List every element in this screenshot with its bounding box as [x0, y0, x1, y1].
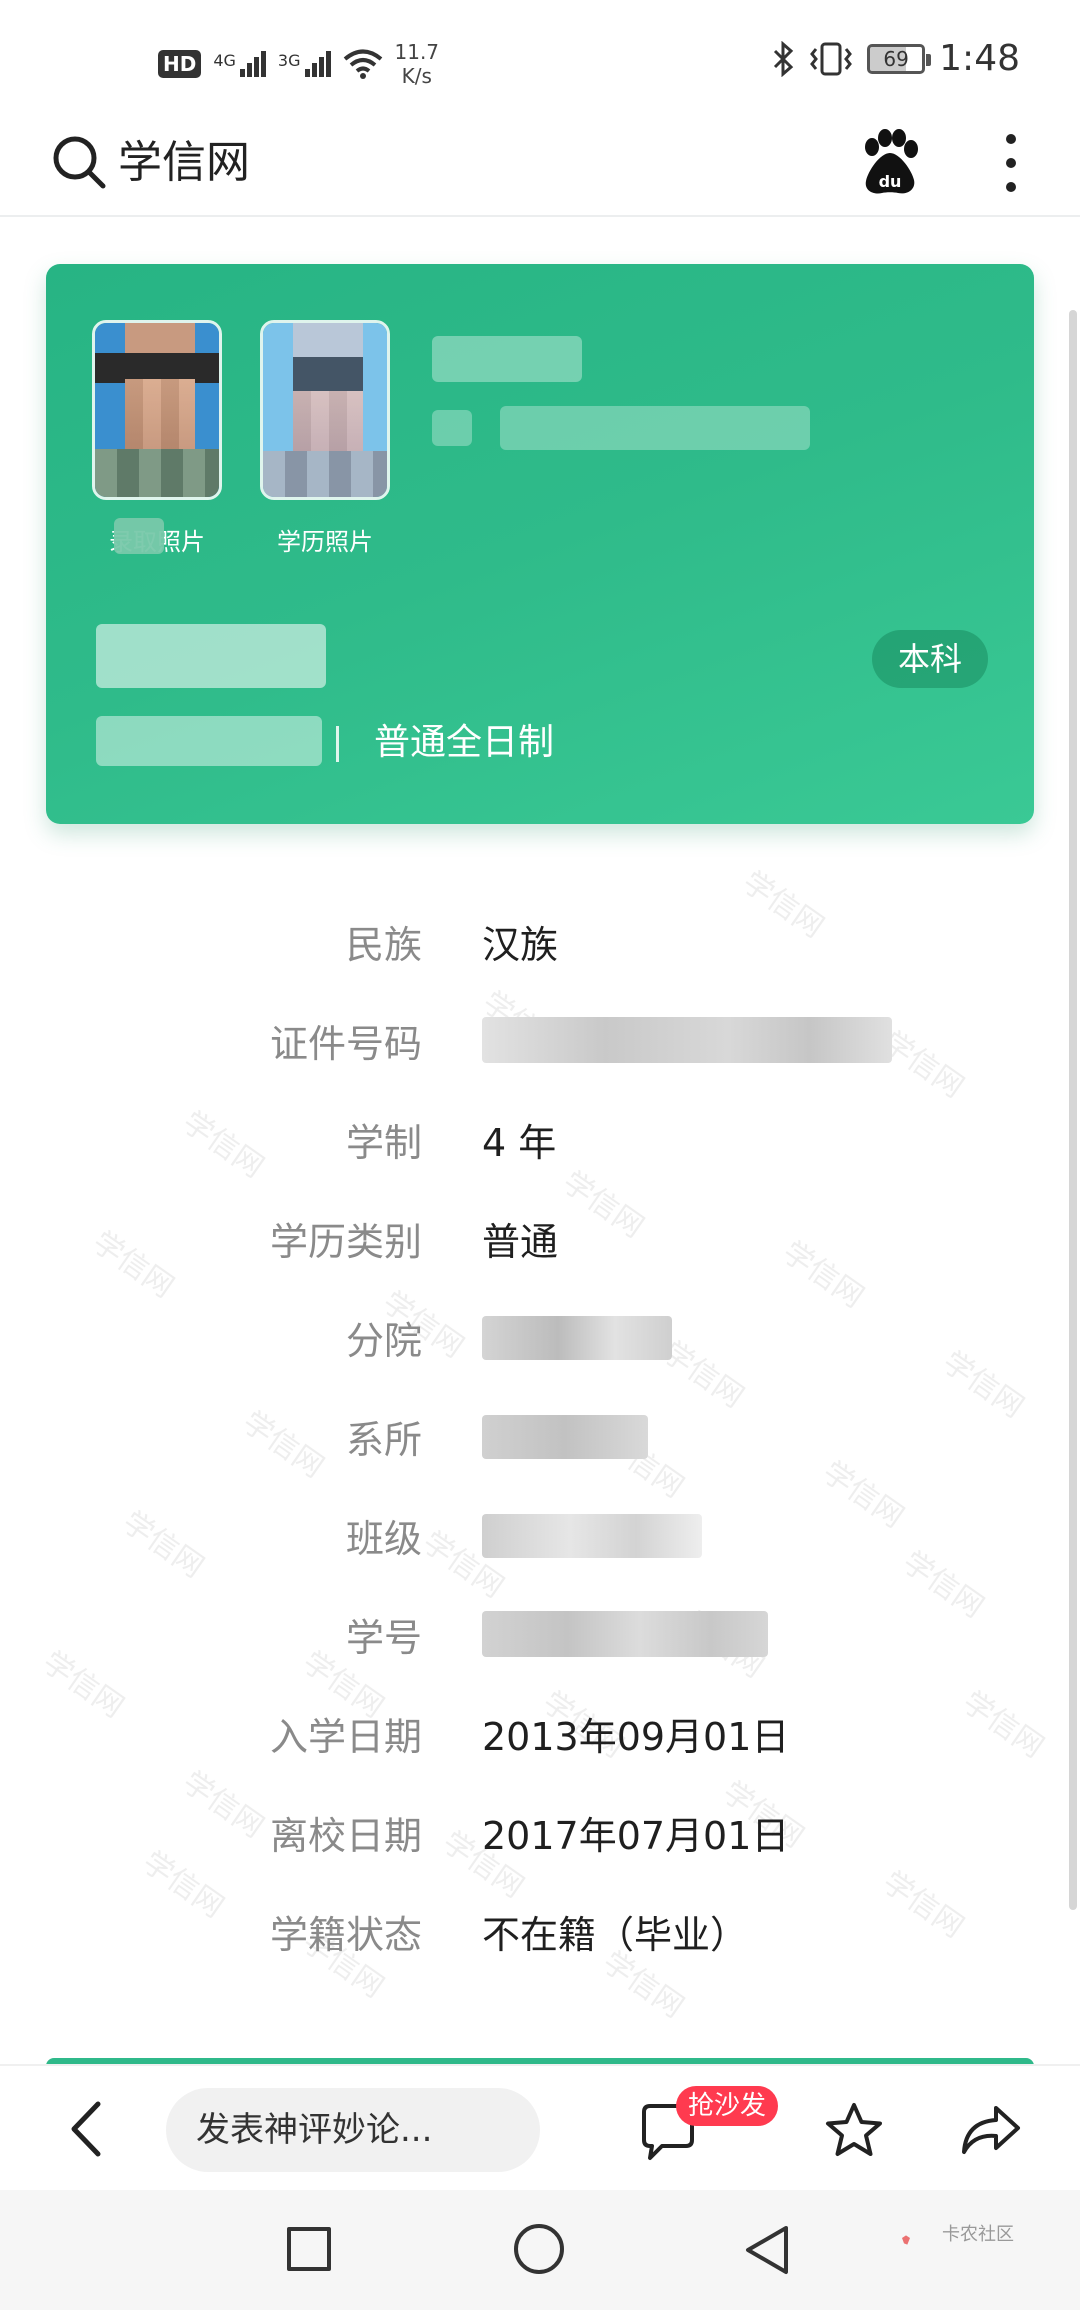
top-nav: 学信网 du	[0, 115, 1080, 217]
info-value: 2017年07月01日	[482, 1814, 790, 1858]
info-label: 证件号码	[269, 1022, 422, 1066]
info-label: 民族	[345, 923, 422, 967]
baidu-icon[interactable]: du	[858, 127, 922, 197]
info-row-duration: 学制 4 年	[0, 1100, 1080, 1180]
info-row-department: 系所	[0, 1397, 1080, 1477]
clock: 1:48	[939, 38, 1020, 79]
info-row-student-id: 学号	[0, 1595, 1080, 1675]
sofa-badge[interactable]: 抢沙发	[676, 2086, 779, 2126]
info-row-enroll-date: 入学日期 2013年09月01日	[0, 1694, 1080, 1774]
info-label: 学号	[345, 1616, 422, 1660]
redacted-value	[482, 1017, 892, 1063]
signal-3g-icon: 3G	[278, 51, 331, 77]
redacted-school	[96, 624, 326, 688]
study-form: 普通全日制	[374, 722, 555, 763]
face-pixels	[125, 379, 195, 449]
redacted-value	[482, 1316, 672, 1360]
info-label: 离校日期	[269, 1814, 422, 1858]
redacted-id	[500, 406, 810, 450]
search-icon[interactable]	[50, 133, 110, 193]
hair-pixels	[293, 357, 363, 391]
recents-icon[interactable]	[287, 2227, 331, 2271]
info-row-class: 班级	[0, 1496, 1080, 1576]
network-speed: 11.7 K/s	[394, 40, 440, 88]
student-card: 录取照片 学历照片 本科 普通全日制	[46, 264, 1034, 824]
redacted-value	[482, 1514, 702, 1558]
redacted-major	[96, 716, 322, 766]
home-icon[interactable]	[514, 2224, 564, 2274]
footer-logo: 卡农社区	[942, 2224, 1014, 2245]
battery-icon: 69	[867, 43, 932, 74]
redacted-name	[432, 336, 582, 382]
info-value: 普通	[482, 1220, 559, 1264]
hd-indicator: HD	[158, 50, 202, 78]
svg-text:du: du	[879, 172, 902, 191]
page-title[interactable]: 学信网	[118, 133, 250, 193]
info-label: 系所	[345, 1418, 422, 1462]
info-row-id-number: 证件号码	[0, 1001, 1080, 1081]
info-row-branch: 分院	[0, 1298, 1080, 1378]
info-label: 入学日期	[269, 1715, 422, 1759]
comment-input[interactable]: 发表神评妙论...	[166, 2088, 540, 2172]
shoulder-pixels	[95, 449, 219, 497]
status-left: HD 4G 3G 11.7 K/s	[158, 40, 439, 88]
info-row-category: 学历类别 普通	[0, 1199, 1080, 1279]
star-icon[interactable]	[822, 2100, 886, 2162]
comment-bar: 发表神评妙论... 抢沙发	[0, 2064, 1080, 2190]
page: HD 4G 3G 11.7 K/s 69 1:48 学信网 du 学信网 学信网…	[0, 0, 1080, 2310]
degree-level-badge: 本科	[872, 630, 988, 688]
back-icon[interactable]	[62, 2096, 110, 2162]
vibrate-icon	[810, 42, 853, 75]
degree-photo-label: 学历照片	[277, 528, 373, 556]
face-pixels	[293, 391, 363, 451]
info-label: 班级	[345, 1517, 422, 1561]
info-row-ethnicity: 民族 汉族	[0, 902, 1080, 982]
status-bar: HD 4G 3G 11.7 K/s 69 1:48	[0, 0, 1080, 115]
separator	[336, 726, 339, 762]
redacted-value	[482, 1611, 768, 1657]
signal-4g-icon: 4G	[213, 51, 266, 77]
more-icon[interactable]	[998, 129, 1024, 197]
bluetooth-icon	[774, 40, 794, 77]
shoulder-pixels	[263, 451, 387, 497]
degree-photo[interactable]	[260, 320, 390, 500]
info-value: 不在籍（毕业）	[482, 1913, 749, 1957]
system-nav-bar	[0, 2190, 1080, 2310]
info-value: 4 年	[482, 1121, 557, 1165]
info-value: 2013年09月01日	[482, 1715, 790, 1759]
info-label: 学历类别	[269, 1220, 422, 1264]
redacted-overlay	[114, 518, 164, 554]
info-label: 学制	[345, 1121, 422, 1165]
status-right: 69 1:48	[771, 38, 1020, 79]
info-row-status: 学籍状态 不在籍（毕业）	[0, 1892, 1080, 1972]
wifi-icon	[343, 49, 382, 79]
info-row-leave-date: 离校日期 2017年07月01日	[0, 1793, 1080, 1873]
info-label: 分院	[345, 1319, 422, 1363]
info-label: 学籍状态	[269, 1913, 422, 1957]
kanong-logo-icon	[902, 2235, 910, 2245]
redacted-value	[482, 1415, 648, 1459]
system-back-icon[interactable]	[740, 2222, 794, 2278]
share-icon[interactable]	[958, 2102, 1022, 2158]
info-value: 汉族	[482, 923, 559, 967]
redacted-gender	[432, 410, 472, 446]
enrollment-photo[interactable]	[92, 320, 222, 500]
